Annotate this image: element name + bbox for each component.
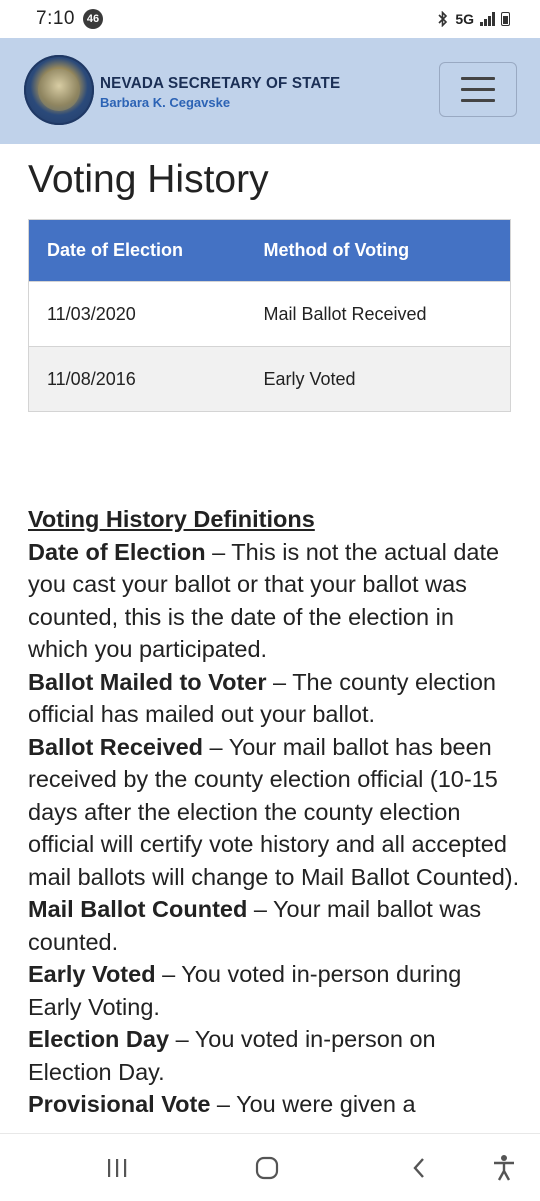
back-icon [413,1158,424,1178]
definition-term: Mail Ballot Counted [28,896,248,922]
definition-term: Ballot Mailed to Voter [28,668,267,695]
status-right: 5G [437,11,510,27]
status-bar: 7:10 46 5G [0,0,540,38]
status-time: 7:10 [36,8,75,29]
battery-icon [501,12,510,26]
definition-term: Election Day [28,1026,170,1052]
cell-date: 11/08/2016 [28,346,246,412]
definitions-section: Voting History Definitions Date of Elect… [28,503,520,1121]
home-icon [255,1156,279,1180]
definition-item: Date of Election – This is not the actua… [28,536,520,666]
signal-icon [480,12,495,26]
definition-item: Provisional Vote – You were given a [28,1088,520,1121]
definition-item: Early Voted – You voted in-person during… [28,958,520,1023]
org-subtitle: Barbara K. Cegavske [100,95,231,110]
cell-date: 11/03/2020 [28,281,246,347]
page-title: Voting History [28,158,269,201]
definition-item: Ballot Mailed to Voter – The county elec… [28,666,520,731]
cell-method: Early Voted [245,346,511,412]
definitions-heading: Voting History Definitions [28,506,315,532]
definition-item: Mail Ballot Counted – Your mail ballot w… [28,893,520,958]
recent-apps-icon [108,1159,127,1177]
column-header-date: Date of Election [28,219,246,282]
definition-term: Provisional Vote [28,1091,211,1117]
definition-item: Election Day – You voted in-person on El… [28,1023,520,1088]
site-header: NEVADA SECRETARY OF STATE Barbara K. Ceg… [0,38,540,144]
home-button[interactable] [247,1152,287,1184]
hamburger-icon [461,77,495,80]
bluetooth-icon [438,11,448,27]
recent-apps-button[interactable] [97,1152,137,1184]
definition-item: Ballot Received – Your mail ballot has b… [28,731,520,894]
table-row: 11/03/2020 Mail Ballot Received [28,281,511,347]
definition-text: – You were given a [210,1091,416,1117]
table-header-row: Date of Election Method of Voting [28,219,511,282]
network-type: 5G [455,11,474,27]
hamburger-menu-button[interactable] [439,62,517,117]
back-button[interactable] [399,1152,439,1184]
accessibility-icon [494,1155,514,1181]
definition-term: Date of Election [28,538,206,565]
voting-history-table: Date of Election Method of Voting 11/03/… [28,219,511,412]
column-header-method: Method of Voting [245,219,511,282]
table-row: 11/08/2016 Early Voted [28,346,511,412]
org-name[interactable]: NEVADA SECRETARY OF STATE [100,75,340,93]
status-left: 7:10 46 [36,8,103,30]
cell-method: Mail Ballot Received [245,281,511,347]
definition-term: Early Voted [28,961,156,987]
definition-term: Ballot Received [28,733,204,760]
accessibility-button[interactable] [484,1152,524,1184]
android-nav-bar [0,1133,540,1201]
state-seal-logo[interactable] [24,55,94,125]
notification-badge: 46 [82,9,103,29]
